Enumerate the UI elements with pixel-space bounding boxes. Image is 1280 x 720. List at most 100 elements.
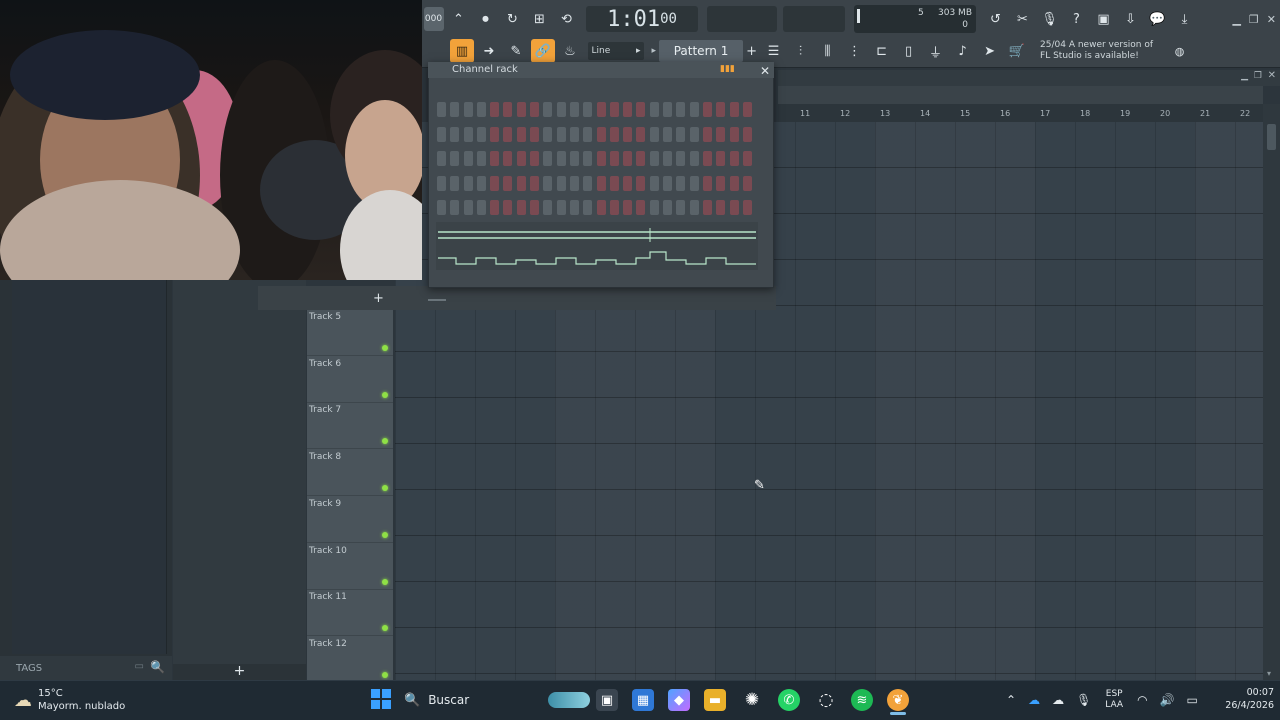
step-button[interactable]	[596, 151, 606, 167]
touch-controller-icon[interactable]: ♪	[951, 39, 975, 63]
step-button[interactable]	[463, 200, 473, 216]
track-mute-led[interactable]	[382, 578, 388, 585]
wait-input-icon[interactable]: ⏺	[474, 7, 498, 31]
folder-icon[interactable]: ▭	[135, 661, 144, 672]
step-button[interactable]	[516, 175, 526, 191]
step-button[interactable]	[623, 151, 633, 167]
mixer-icon[interactable]: ⫼	[816, 39, 840, 63]
step-button[interactable]	[516, 200, 526, 216]
store-app-icon[interactable]: ▦	[632, 689, 654, 711]
step-button[interactable]	[689, 151, 699, 167]
scrollbar-thumb[interactable]	[1267, 124, 1276, 150]
step-button[interactable]	[450, 151, 460, 167]
fl-studio-icon[interactable]: ❦	[887, 689, 909, 711]
file-icon[interactable]: ▯	[897, 39, 921, 63]
arrow-icon[interactable]: ➜	[477, 39, 501, 63]
track-header[interactable]: Track 9	[307, 497, 393, 543]
step-button[interactable]	[609, 175, 619, 191]
step-edit-icon[interactable]: ⊞	[528, 7, 552, 31]
download-icon[interactable]: ⤓	[1173, 7, 1197, 31]
step-button[interactable]	[702, 200, 712, 216]
step-button[interactable]	[503, 200, 513, 216]
chat-icon[interactable]: 💬	[1146, 7, 1170, 31]
wifi-icon[interactable]: ◠	[1137, 693, 1147, 707]
step-button[interactable]	[463, 102, 473, 117]
step-button[interactable]	[583, 175, 593, 191]
song-position-clock[interactable]: 1:01 00	[586, 6, 698, 32]
add-channel-button[interactable]: +	[373, 291, 384, 306]
step-button[interactable]	[649, 200, 659, 216]
step-button[interactable]	[583, 102, 593, 117]
mic-icon[interactable]: 🎙	[1038, 7, 1062, 31]
step-button[interactable]	[437, 151, 446, 167]
step-button[interactable]	[676, 151, 686, 167]
step-button[interactable]	[503, 151, 513, 167]
step-button[interactable]	[476, 126, 486, 142]
browser-icon[interactable]: ⊏	[870, 39, 894, 63]
loop-record-icon[interactable]: ⟲	[555, 7, 579, 31]
step-button[interactable]	[663, 151, 673, 167]
resize-grip[interactable]	[428, 299, 446, 301]
step-button[interactable]	[676, 126, 686, 142]
step-button[interactable]	[663, 102, 673, 117]
step-button[interactable]	[729, 175, 739, 191]
step-button[interactable]	[503, 126, 513, 142]
step-button[interactable]	[463, 151, 473, 167]
step-button[interactable]	[503, 175, 513, 191]
paint-icon[interactable]: ✎	[504, 39, 528, 63]
task-view-icon[interactable]: ▣	[596, 689, 618, 711]
step-button[interactable]	[609, 126, 619, 142]
language-indicator[interactable]: ESP LAA	[1105, 689, 1123, 711]
step-button[interactable]	[729, 102, 739, 117]
step-button[interactable]	[490, 102, 500, 117]
taskbar-clock[interactable]: 00:07 26/4/2026	[1210, 686, 1274, 712]
step-button[interactable]	[716, 175, 726, 191]
step-button[interactable]	[663, 175, 673, 191]
cut-icon[interactable]: ✂	[1011, 7, 1035, 31]
step-button[interactable]	[450, 126, 460, 142]
pattern-selector[interactable]: Pattern 1	[659, 40, 744, 62]
weather-widget[interactable]: ☁ 15°C Mayorm. nublado	[14, 686, 125, 714]
step-button[interactable]	[689, 102, 699, 117]
render-icon[interactable]: ⇩	[1119, 7, 1143, 31]
step-button[interactable]	[569, 200, 579, 216]
step-button[interactable]	[623, 200, 633, 216]
step-button[interactable]	[636, 200, 646, 216]
step-button[interactable]	[556, 151, 566, 167]
step-button[interactable]	[716, 200, 726, 216]
stamp-icon[interactable]: ♨	[558, 39, 582, 63]
start-button-icon[interactable]	[371, 689, 391, 709]
step-button[interactable]	[530, 200, 540, 216]
track-header[interactable]: Track 8	[307, 450, 393, 497]
step-button[interactable]	[716, 151, 726, 167]
step-button[interactable]	[437, 102, 446, 117]
step-button[interactable]	[742, 151, 752, 167]
metronome-icon[interactable]: ⌃	[447, 7, 471, 31]
step-button[interactable]	[516, 126, 526, 142]
step-button[interactable]	[702, 151, 712, 167]
piano-roll-icon[interactable]: ▥	[450, 39, 474, 63]
step-button[interactable]	[476, 200, 486, 216]
step-button[interactable]	[596, 175, 606, 191]
step-button[interactable]	[663, 126, 673, 142]
onedrive-icon[interactable]: ☁	[1028, 693, 1040, 707]
step-button[interactable]	[437, 200, 446, 216]
send-icon[interactable]: ➤	[978, 39, 1002, 63]
step-button[interactable]	[476, 151, 486, 167]
step-button[interactable]	[702, 126, 712, 142]
step-button[interactable]	[569, 102, 579, 117]
help-icon[interactable]: ?	[1065, 7, 1089, 31]
step-button[interactable]	[729, 151, 739, 167]
step-button[interactable]	[490, 175, 500, 191]
step-button[interactable]	[543, 126, 553, 142]
step-button[interactable]	[476, 102, 486, 117]
step-button[interactable]	[663, 200, 673, 216]
step-button[interactable]	[490, 126, 500, 142]
step-button[interactable]	[742, 126, 752, 142]
step-button[interactable]	[596, 200, 606, 216]
search-icon[interactable]: 🔍	[150, 660, 165, 674]
step-button[interactable]	[623, 126, 633, 142]
step-button[interactable]	[702, 175, 712, 191]
track-header[interactable]: Track 5	[307, 310, 393, 356]
step-button[interactable]	[450, 175, 460, 191]
